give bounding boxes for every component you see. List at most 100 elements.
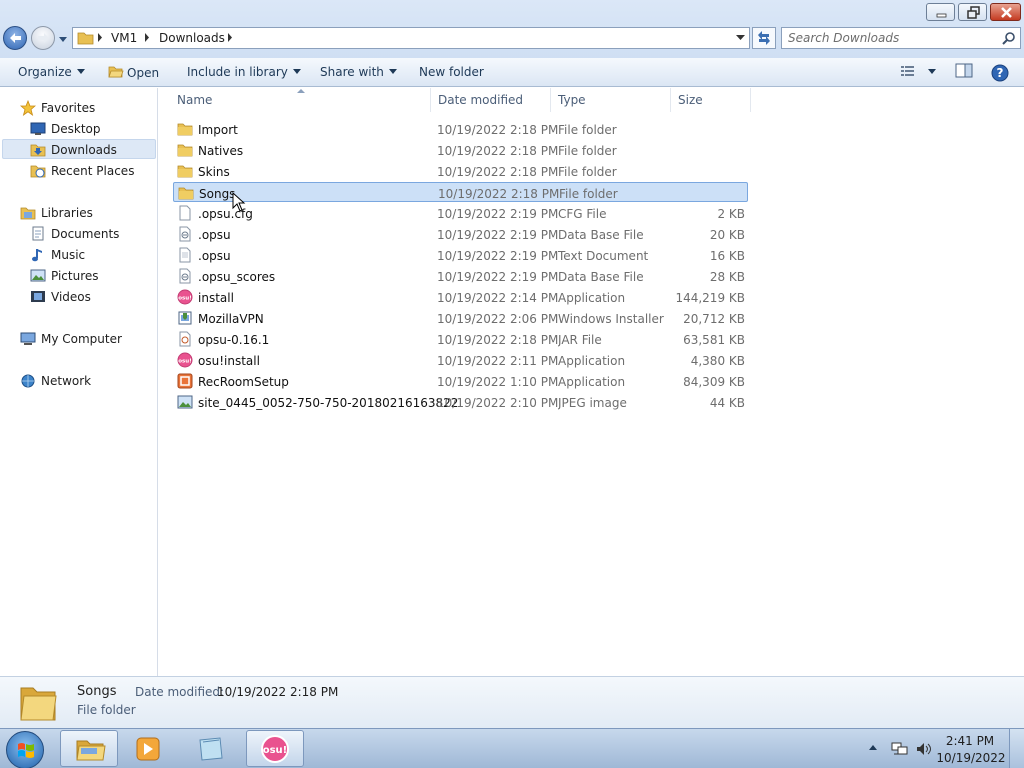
clock-date[interactable]: 10/19/2022 [936, 751, 1006, 765]
file-name: install [198, 291, 234, 305]
details-date-label: Date modified: [135, 685, 225, 699]
show-hidden-icons-icon[interactable] [868, 743, 878, 751]
file-name: .opsu [198, 249, 231, 263]
file-name: Skins [198, 165, 230, 179]
file-name: MozillaVPN [198, 312, 264, 326]
taskbar-notepad[interactable] [182, 730, 240, 767]
music-note-icon [32, 249, 42, 262]
file-date-modified: 10/19/2022 2:18 PM [437, 333, 559, 347]
minimize-icon [936, 13, 947, 18]
column-divider[interactable] [550, 88, 551, 112]
column-header-date-modified[interactable]: Date modified [438, 93, 523, 107]
file-date-modified: 10/19/2022 2:11 PM [437, 354, 559, 368]
preview-pane-icon[interactable] [955, 63, 973, 79]
file-name: Songs [199, 187, 236, 201]
nav-music-label: Music [51, 248, 86, 262]
new-folder-button[interactable]: New folder [419, 65, 484, 79]
search-box[interactable] [781, 27, 1021, 49]
organize-button[interactable]: Organize [18, 65, 85, 79]
details-file-type: File folder [77, 703, 136, 717]
file-row[interactable]: .opsu.cfg 10/19/2022 2:19 PM CFG File 2 KB [173, 203, 748, 223]
taskbar-osu[interactable]: osu! [246, 730, 304, 767]
breadcrumb-vm1[interactable]: VM1 [111, 31, 137, 45]
file-type: Text Document [558, 249, 649, 263]
new-folder-label: New folder [419, 65, 484, 79]
share-with-button[interactable]: Share with [320, 65, 397, 79]
chevron-down-icon [928, 69, 936, 74]
clock-time[interactable]: 2:41 PM [940, 734, 1000, 748]
breadcrumb-downloads[interactable]: Downloads [159, 31, 225, 45]
search-input[interactable] [788, 31, 998, 45]
back-button[interactable] [3, 26, 27, 50]
column-divider[interactable] [670, 88, 671, 112]
file-size: 84,309 KB [683, 375, 745, 389]
taskbar-windows-explorer[interactable] [60, 730, 118, 767]
change-view-button[interactable] [900, 64, 936, 79]
show-desktop-button[interactable] [1009, 729, 1024, 768]
minimize-button[interactable] [926, 3, 955, 21]
file-type: Windows Installer ... [558, 312, 666, 326]
column-divider[interactable] [750, 88, 751, 112]
file-row[interactable]: MozillaVPN 10/19/2022 2:06 PM Windows Inst… [173, 308, 748, 328]
volume-icon[interactable] [915, 741, 933, 757]
file-type: CFG File [558, 207, 607, 221]
file-row[interactable]: Natives 10/19/2022 2:18 PM File folder [173, 140, 748, 160]
arrow-right-icon [38, 33, 49, 43]
file-row[interactable]: RecRoomSetup 10/19/2022 1:10 PM Applicatio… [173, 371, 748, 391]
details-pane: Songs File folder Date modified: 10/19/2… [0, 676, 1024, 728]
file-date-modified: 10/19/2022 2:18 PM [438, 187, 560, 201]
folder-icon [20, 687, 57, 721]
include-in-library-button[interactable]: Include in library [187, 65, 301, 79]
file-row[interactable]: Skins 10/19/2022 2:18 PM File folder [173, 161, 748, 181]
text-file-icon [179, 247, 191, 263]
installer-icon [178, 311, 192, 325]
file-name: .opsu [198, 228, 231, 242]
nav-libraries-label: Libraries [41, 206, 93, 220]
svg-text:osu!: osu! [178, 359, 191, 365]
file-row[interactable]: .opsu 10/19/2022 2:19 PM Text Document 16 K… [173, 245, 748, 265]
refresh-button[interactable] [752, 27, 776, 49]
column-header-name[interactable]: Name [177, 93, 212, 107]
windows-logo-icon [18, 743, 34, 758]
file-row[interactable]: Import 10/19/2022 2:18 PM File folder [173, 119, 748, 139]
recent-pages-dropdown-icon[interactable] [58, 34, 68, 44]
column-header-type[interactable]: Type [558, 93, 586, 107]
network-tray-icon[interactable] [891, 741, 909, 757]
file-type: Data Base File [558, 228, 644, 242]
restore-button[interactable] [958, 3, 987, 21]
file-row[interactable]: .opsu_scores 10/19/2022 2:19 PM Data Base … [173, 266, 748, 286]
file-row[interactable]: opsu-0.16.1 10/19/2022 2:18 PM JAR File 63,… [173, 329, 748, 349]
chevron-down-icon[interactable] [736, 34, 745, 42]
file-type: File folder [558, 123, 617, 137]
close-button[interactable] [990, 3, 1021, 21]
folder-icon [177, 123, 193, 136]
folder-icon [178, 187, 194, 200]
start-button[interactable] [6, 731, 44, 768]
file-row[interactable]: Songs 10/19/2022 2:18 PM File folder [173, 182, 748, 202]
nav-my-computer-label: My Computer [41, 332, 122, 346]
file-size: 44 KB [709, 396, 745, 410]
help-icon[interactable]: ? [990, 63, 1010, 83]
open-button[interactable]: Open [108, 65, 159, 80]
file-date-modified: 10/19/2022 1:10 PM [437, 375, 559, 389]
osu-icon: osu! [261, 735, 289, 763]
taskbar-windows-media-player[interactable] [120, 730, 178, 767]
jar-file-icon [179, 331, 191, 347]
nav-recent-places-label: Recent Places [51, 164, 135, 178]
file-row[interactable]: .opsu 10/19/2022 2:19 PM Data Base File 20 … [173, 224, 748, 244]
refresh-icon [758, 31, 770, 45]
address-bar[interactable]: VM1 Downloads [72, 27, 750, 49]
image-file-icon [177, 395, 193, 409]
file-row[interactable]: osu! osu!install 10/19/2022 2:11 PM Applica… [173, 350, 748, 370]
forward-button[interactable] [31, 26, 55, 50]
file-row[interactable]: osu! install 10/19/2022 2:14 PM Application… [173, 287, 748, 307]
nav-desktop-label: Desktop [51, 122, 101, 136]
column-divider[interactable] [430, 88, 431, 112]
column-header-size[interactable]: Size [678, 93, 703, 107]
file-date-modified: 10/19/2022 2:06 PM [437, 312, 559, 326]
search-icon[interactable] [1002, 31, 1016, 45]
restore-icon [967, 6, 980, 19]
file-row[interactable]: site_0445_0052-750-750-20180216163822 10/… [173, 392, 748, 412]
chevron-down-icon [388, 69, 397, 74]
file-size: 144,219 KB [675, 291, 745, 305]
